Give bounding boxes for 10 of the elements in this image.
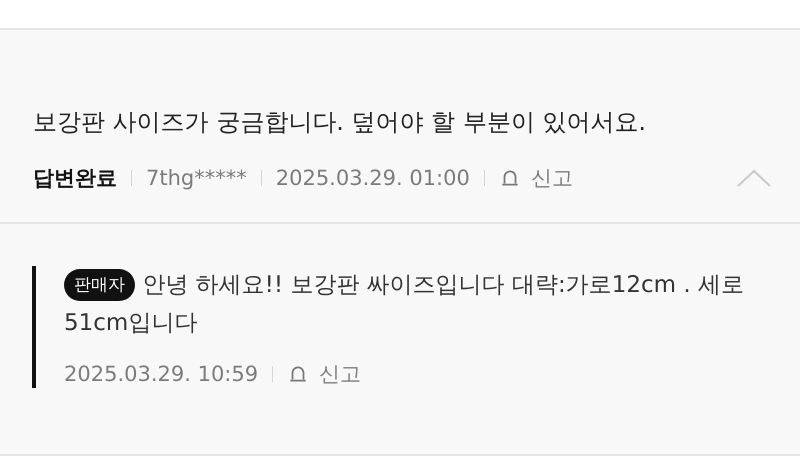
reply-date: 2025.03.29. 10:59 xyxy=(64,362,258,386)
caret-icon[interactable] xyxy=(736,168,772,188)
report-link[interactable]: 신고 xyxy=(319,360,362,388)
author-id: 7thg***** xyxy=(146,166,247,190)
seller-badge: 판매자 xyxy=(64,269,135,301)
reply-text: 판매자 안녕 하세요!! 보강판 싸이즈입니다 대략:가로12cm . 세로51cm입니다 xyxy=(64,266,784,342)
question-date: 2025.03.29. 01:00 xyxy=(276,166,470,190)
report-link[interactable]: 신고 xyxy=(530,164,573,192)
question-text: 보강판 사이즈가 궁금합니다. 덮어야 할 부분이 있어서요. xyxy=(33,107,648,138)
answer-status: 답변완료 xyxy=(33,165,117,192)
